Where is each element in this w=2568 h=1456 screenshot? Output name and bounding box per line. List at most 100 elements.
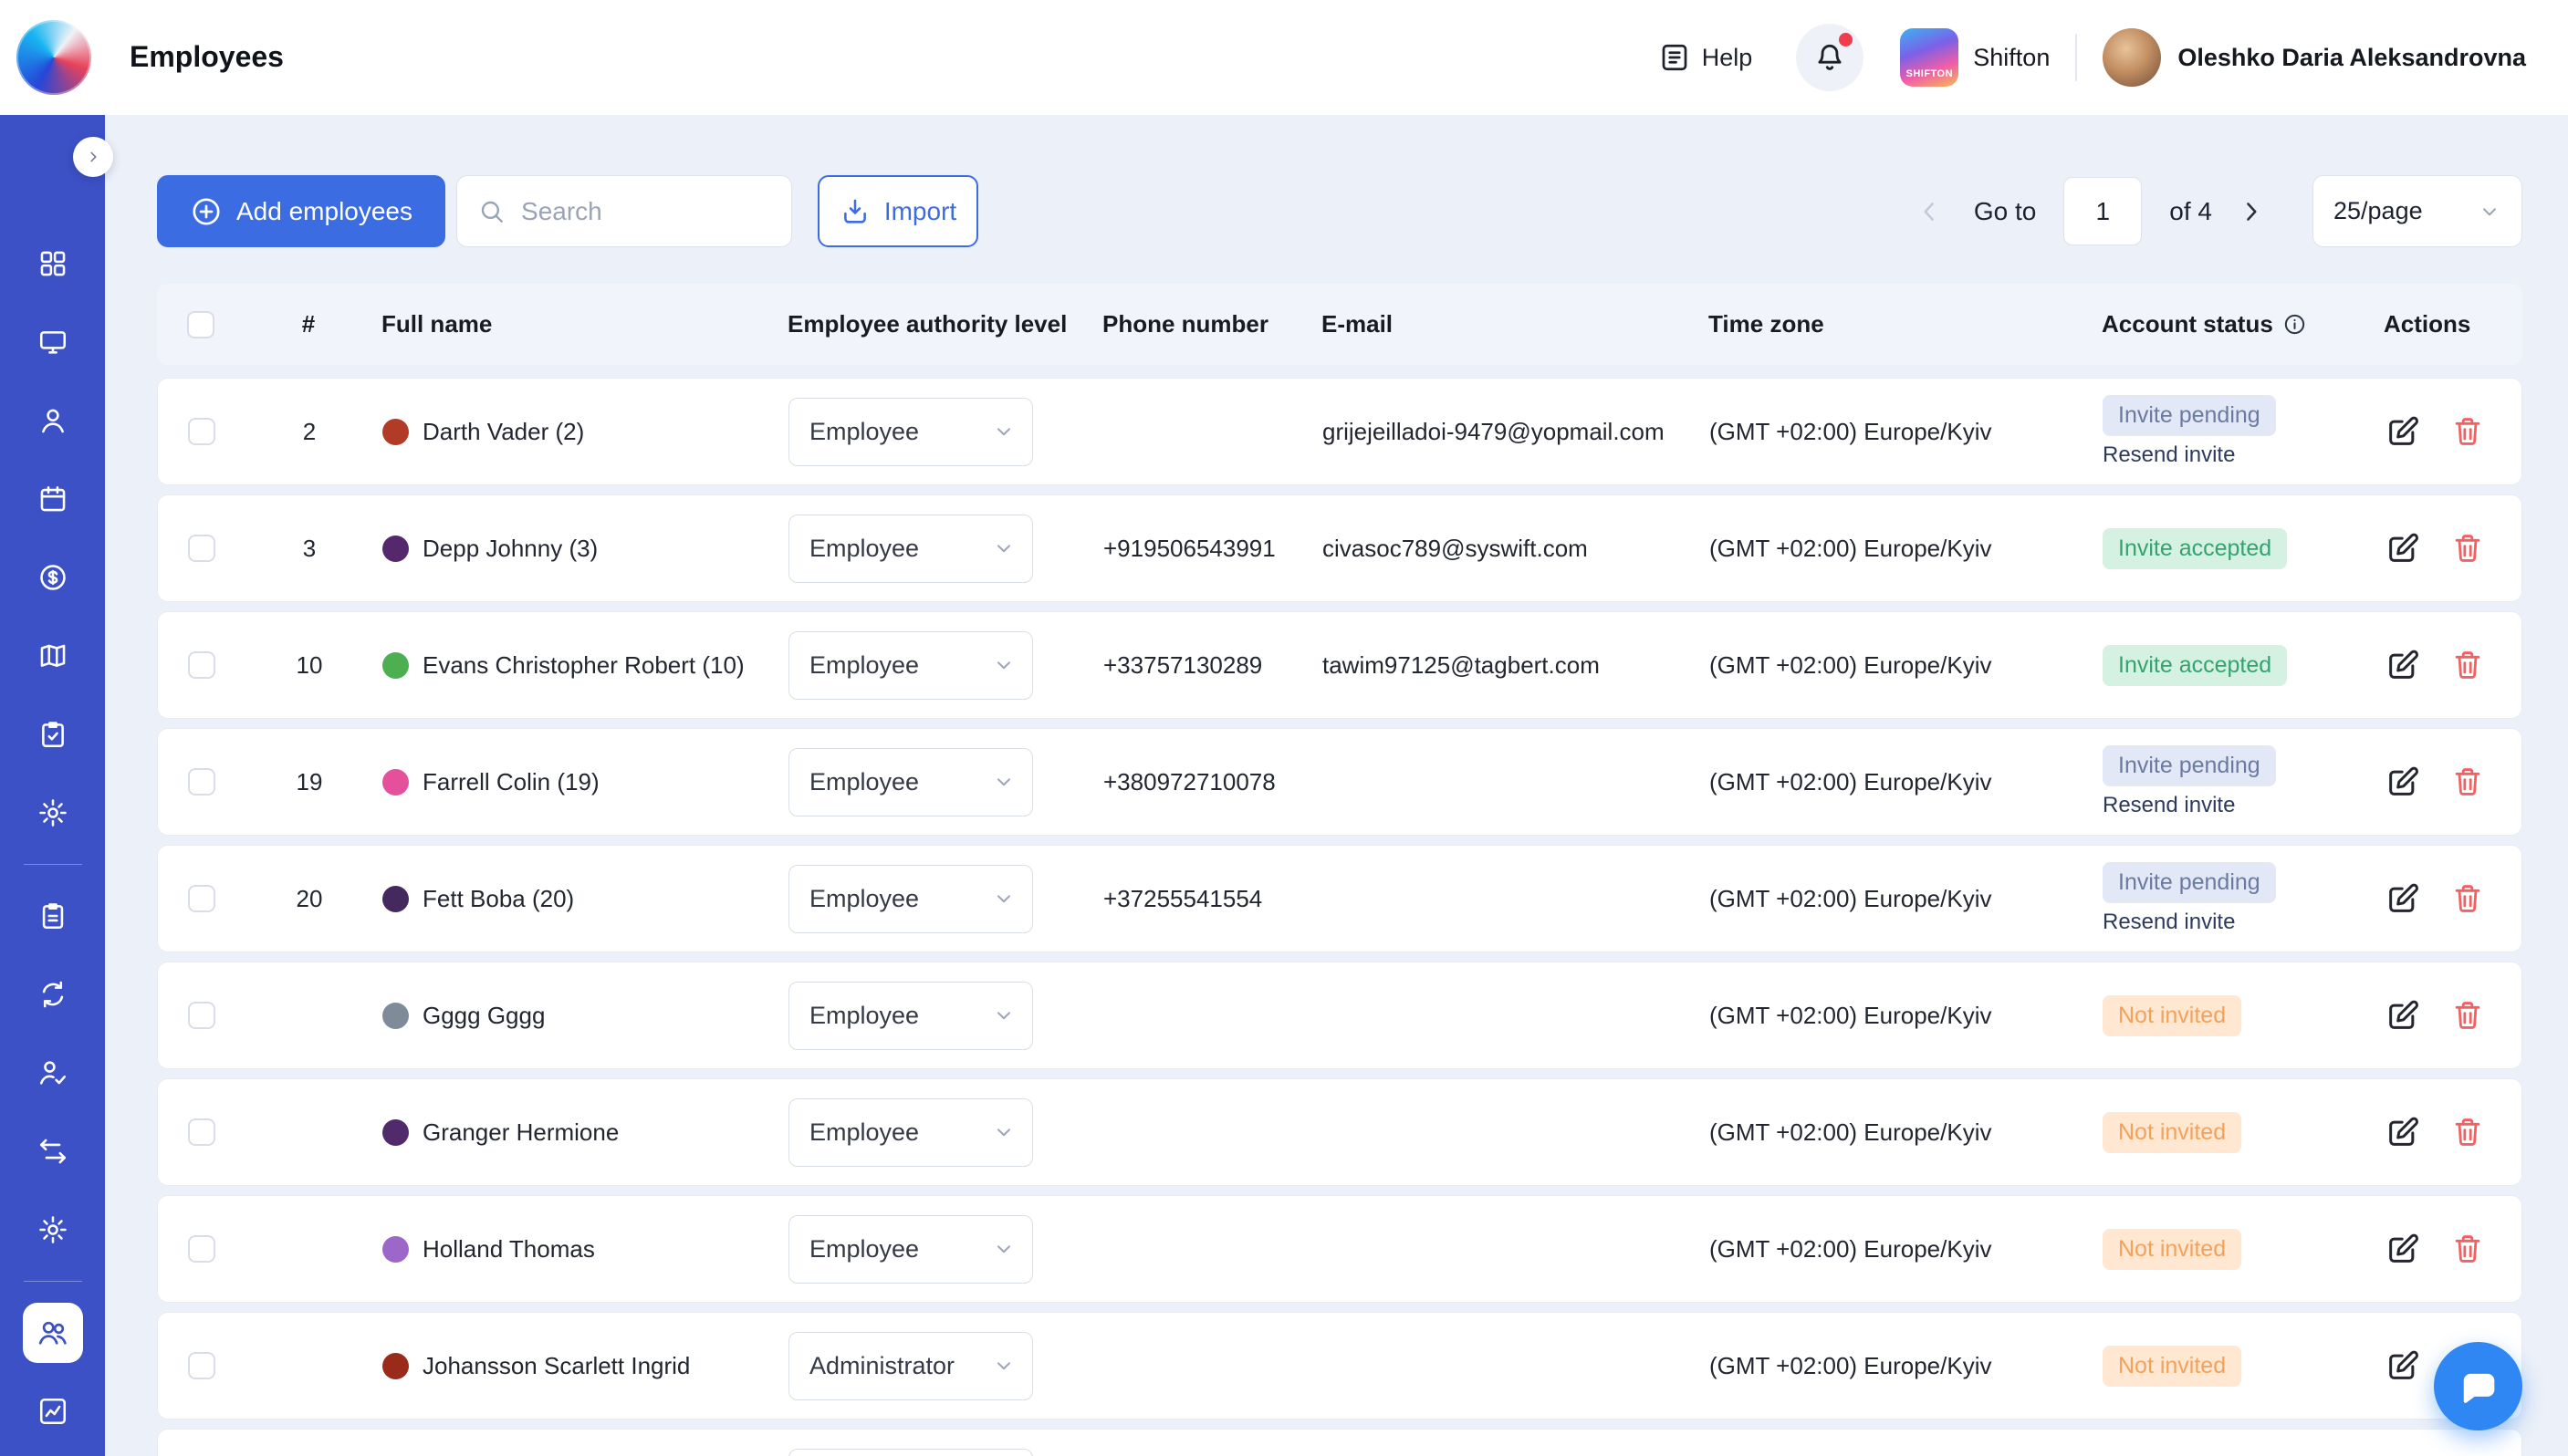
- edit-button[interactable]: [2385, 1347, 2421, 1384]
- sidebar-item-work-desk[interactable]: [0, 303, 105, 381]
- row-checkbox[interactable]: [188, 535, 215, 562]
- edit-button[interactable]: [2385, 997, 2421, 1034]
- authority-dropdown[interactable]: Employee: [788, 398, 1033, 466]
- edit-button[interactable]: [2385, 413, 2421, 450]
- edit-pencil-icon: [2385, 997, 2421, 1034]
- authority-dropdown[interactable]: Employee: [788, 865, 1033, 933]
- authority-dropdown[interactable]: Employee: [788, 1098, 1033, 1167]
- sidebar-item-exchange[interactable]: [0, 1112, 105, 1191]
- edit-pencil-icon: [2385, 880, 2421, 917]
- select-all-checkbox[interactable]: [187, 311, 214, 338]
- delete-button[interactable]: [2450, 1115, 2485, 1149]
- edit-button[interactable]: [2385, 764, 2421, 800]
- row-checkbox[interactable]: [188, 418, 215, 445]
- delete-button[interactable]: [2450, 998, 2485, 1033]
- employee-name: Fett Boba (20): [423, 885, 574, 913]
- authority-dropdown[interactable]: Administrator: [788, 1332, 1033, 1400]
- chat-bubble-button[interactable]: [2434, 1342, 2522, 1430]
- info-icon[interactable]: [2282, 312, 2307, 337]
- notifications-button[interactable]: [1796, 24, 1863, 91]
- calendar-icon: [37, 484, 68, 515]
- timezone: (GMT +02:00) Europe/Kyiv: [1709, 1002, 2103, 1030]
- timezone: (GMT +02:00) Europe/Kyiv: [1709, 1235, 2103, 1264]
- sidebar-item-tasks[interactable]: [0, 695, 105, 774]
- sidebar-item-calendar[interactable]: [0, 460, 105, 538]
- help-label: Help: [1702, 44, 1753, 72]
- sidebar-item-rotation[interactable]: [0, 955, 105, 1034]
- col-num: #: [263, 310, 354, 338]
- sidebar-item-dashboard[interactable]: [0, 224, 105, 303]
- table-row: 19 Farrell Colin (19) Employee +38097271…: [157, 728, 2522, 836]
- timezone: (GMT +02:00) Europe/Kyiv: [1709, 1352, 2103, 1380]
- edit-pencil-icon: [2385, 413, 2421, 450]
- import-button[interactable]: Import: [818, 175, 978, 247]
- edit-button[interactable]: [2385, 1231, 2421, 1267]
- prev-page-button[interactable]: [1914, 196, 1945, 227]
- row-checkbox[interactable]: [188, 768, 215, 796]
- row-checkbox[interactable]: [188, 1235, 215, 1263]
- workspace-logo[interactable]: SHIFTON: [1900, 28, 1958, 87]
- row-checkbox[interactable]: [188, 651, 215, 679]
- workspace-name[interactable]: Shifton: [1973, 44, 2050, 72]
- delete-button[interactable]: [2450, 648, 2485, 682]
- sidebar-item-preferences[interactable]: [0, 1191, 105, 1269]
- timezone: (GMT +02:00) Europe/Kyiv: [1709, 768, 2103, 796]
- resend-invite-link[interactable]: Resend invite: [2103, 793, 2235, 818]
- authority-dropdown[interactable]: Employee: [788, 748, 1033, 816]
- sidebar-toggle-button[interactable]: [73, 137, 113, 177]
- map-icon: [37, 640, 68, 671]
- table-row-partial: [157, 1429, 2522, 1456]
- edit-button[interactable]: [2385, 647, 2421, 683]
- authority-dropdown[interactable]: [788, 1449, 1033, 1456]
- authority-value: Employee: [809, 1002, 919, 1030]
- sidebar-item-reports[interactable]: [0, 1372, 105, 1451]
- sidebar-item-employees[interactable]: [0, 1294, 105, 1372]
- user-check-icon: [37, 1057, 68, 1088]
- authority-value: Employee: [809, 1235, 919, 1264]
- row-checkbox[interactable]: [188, 1002, 215, 1029]
- sidebar-item-map[interactable]: [0, 617, 105, 695]
- delete-button[interactable]: [2450, 881, 2485, 916]
- row-checkbox[interactable]: [188, 1118, 215, 1146]
- email: grijejeilladoi-9479@yopmail.com: [1322, 418, 1709, 446]
- edit-button[interactable]: [2385, 530, 2421, 567]
- delete-button[interactable]: [2450, 1232, 2485, 1266]
- sidebar-item-user-approve[interactable]: [0, 1034, 105, 1112]
- edit-button[interactable]: [2385, 1114, 2421, 1150]
- edit-pencil-icon: [2385, 764, 2421, 800]
- resend-invite-link[interactable]: Resend invite: [2103, 442, 2235, 468]
- next-page-button[interactable]: [2236, 196, 2267, 227]
- per-page-select[interactable]: 25/page: [2312, 175, 2522, 247]
- delete-button[interactable]: [2450, 764, 2485, 799]
- sidebar-item-settings[interactable]: [0, 774, 105, 852]
- add-employees-button[interactable]: Add employees: [157, 175, 445, 247]
- page-number-input[interactable]: [2063, 177, 2142, 245]
- chevron-down-icon: [992, 653, 1016, 677]
- status-badge: Invite pending: [2103, 862, 2276, 903]
- chart-icon: [37, 1396, 68, 1427]
- trash-icon: [2450, 531, 2485, 566]
- user-name[interactable]: Oleshko Daria Aleksandrovna: [2177, 44, 2526, 72]
- authority-dropdown[interactable]: Employee: [788, 631, 1033, 700]
- employee-name: Depp Johnny (3): [423, 535, 598, 563]
- trash-icon: [2450, 1232, 2485, 1266]
- delete-button[interactable]: [2450, 414, 2485, 449]
- row-checkbox[interactable]: [188, 1352, 215, 1379]
- authority-dropdown[interactable]: Employee: [788, 1215, 1033, 1284]
- timezone: (GMT +02:00) Europe/Kyiv: [1709, 1118, 2103, 1147]
- user-avatar[interactable]: [2103, 28, 2161, 87]
- authority-dropdown[interactable]: Employee: [788, 982, 1033, 1050]
- help-button[interactable]: Help: [1658, 41, 1753, 74]
- row-checkbox[interactable]: [188, 885, 215, 912]
- authority-dropdown[interactable]: Employee: [788, 515, 1033, 583]
- sidebar-item-payroll[interactable]: [0, 538, 105, 617]
- sidebar-item-user[interactable]: [0, 381, 105, 460]
- delete-button[interactable]: [2450, 531, 2485, 566]
- sidebar-item-documents[interactable]: [0, 877, 105, 955]
- app-logo[interactable]: [16, 20, 91, 95]
- resend-invite-link[interactable]: Resend invite: [2103, 910, 2235, 935]
- trash-icon: [2450, 764, 2485, 799]
- edit-button[interactable]: [2385, 880, 2421, 917]
- row-color-dot: [382, 536, 409, 562]
- search-input[interactable]: [521, 197, 771, 226]
